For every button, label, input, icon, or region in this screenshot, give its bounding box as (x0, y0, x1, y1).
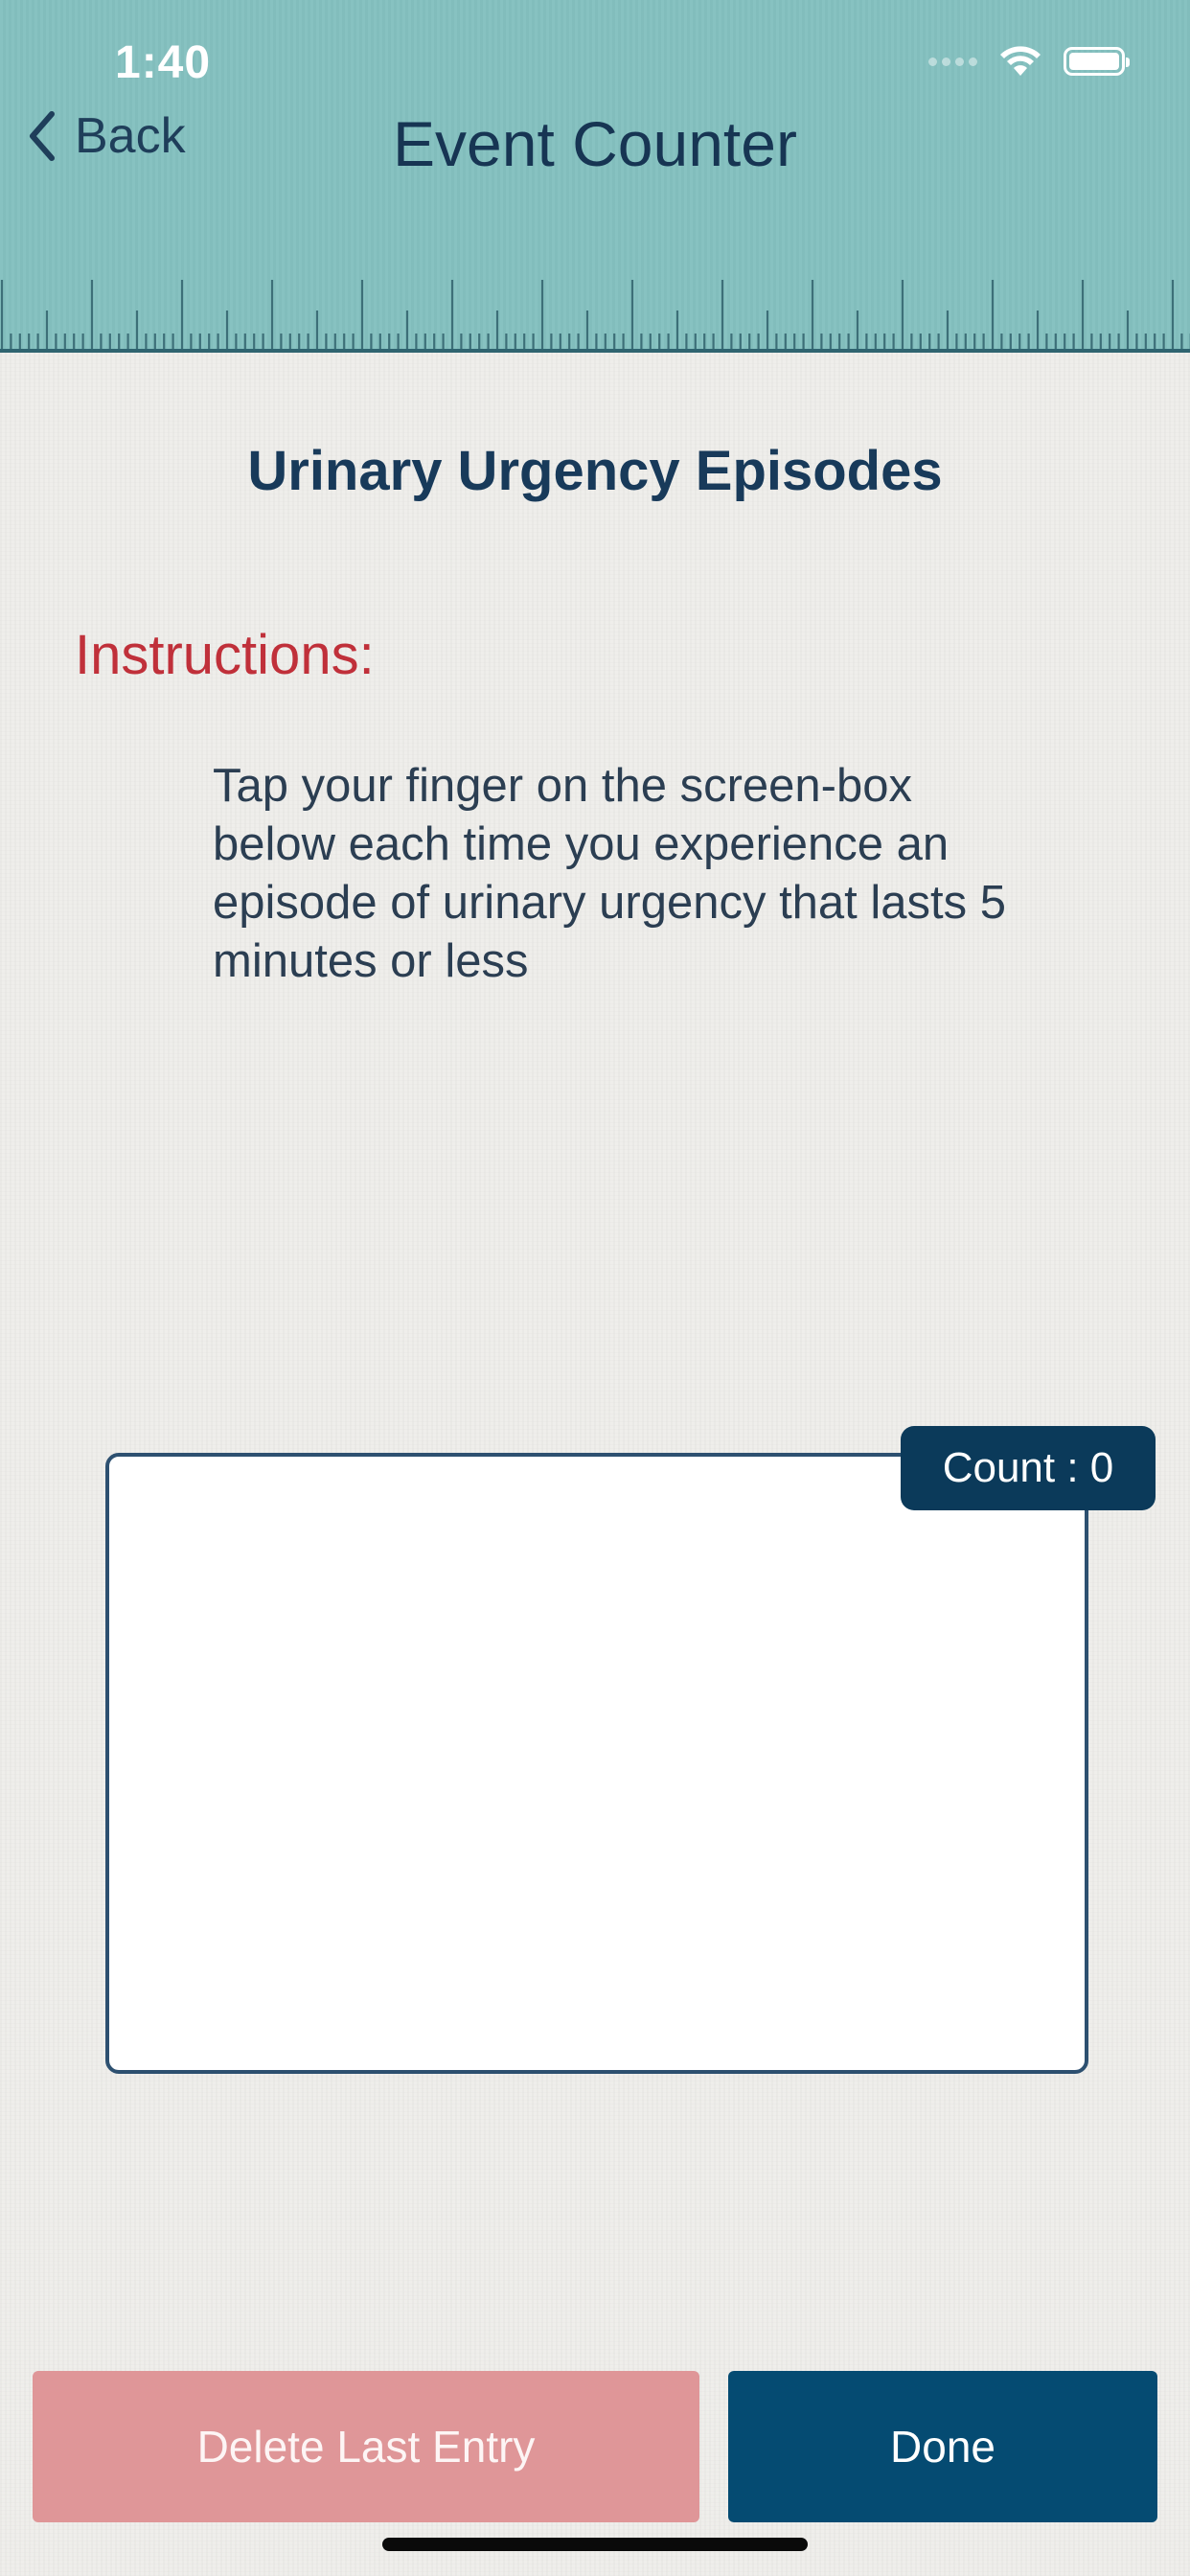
delete-last-entry-button[interactable]: Delete Last Entry (33, 2371, 699, 2522)
done-button[interactable]: Done (728, 2371, 1157, 2522)
instructions-text: Tap your finger on the screen-box below … (213, 760, 1007, 987)
home-indicator (382, 2538, 808, 2551)
tap-box[interactable] (105, 1453, 1088, 2074)
nav-header: 1:40 Back Event Counter (0, 0, 1190, 353)
count-badge: Count : 0 (901, 1426, 1156, 1510)
battery-icon (1064, 47, 1130, 76)
ruler-decoration (0, 280, 1190, 349)
wifi-icon (1000, 46, 1041, 76)
page-title: Urinary Urgency Episodes (247, 440, 943, 502)
instructions-heading: Instructions: (75, 624, 375, 686)
nav-title: Event Counter (393, 108, 797, 179)
status-icons (928, 44, 1130, 79)
cellular-signal-icon (928, 57, 977, 66)
status-time: 1:40 (115, 37, 212, 88)
